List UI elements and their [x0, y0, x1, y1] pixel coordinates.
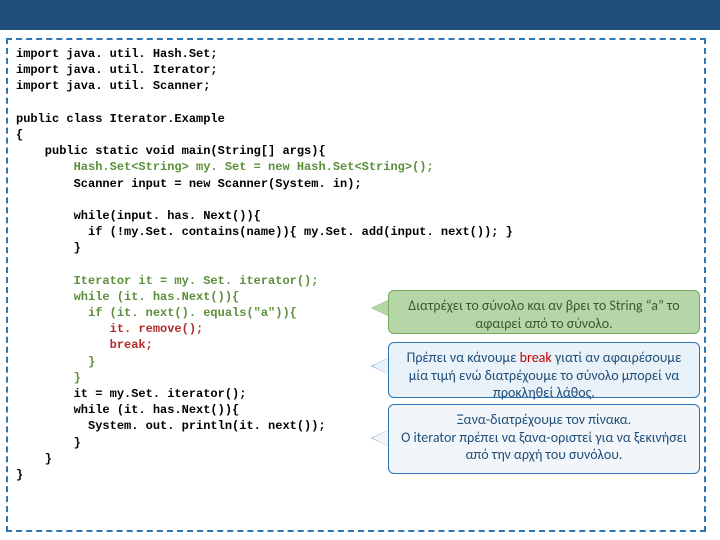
code-indent: [16, 338, 110, 352]
callout-iterator-remove: Διατρέχει το σύνολο και αν βρει το Strin…: [388, 290, 700, 334]
code-line: if (!my.Set. contains(name)){ my.Set. ad…: [16, 225, 513, 239]
callout-text: Διατρέχει το σύνολο και αν βρει το Strin…: [408, 297, 679, 332]
code-highlight-green: if (it. next(). equals("a")){: [88, 306, 297, 320]
code-line: }: [16, 452, 52, 466]
slide-header-bar: [0, 0, 720, 30]
code-indent: [16, 306, 88, 320]
callout-tail: [372, 430, 388, 446]
code-highlight-green: while (it. has.Next()){: [74, 290, 240, 304]
code-line: import java. util. Scanner;: [16, 79, 210, 93]
callout-break: Πρέπει να κάνουμε break γιατί αν αφαιρέσ…: [388, 342, 700, 398]
code-line: while (it. has.Next()){: [16, 403, 239, 417]
callout-text: Πρέπει να κάνουμε: [407, 349, 520, 366]
code-indent: [16, 274, 74, 288]
code-line: }: [16, 468, 23, 482]
code-line: }: [16, 436, 81, 450]
code-indent: [16, 355, 88, 369]
code-indent: [16, 160, 74, 174]
code-line: import java. util. Iterator;: [16, 63, 218, 77]
code-highlight-green: }: [88, 355, 95, 369]
code-line: public static void main(String[] args){: [16, 144, 326, 158]
code-line: }: [16, 241, 81, 255]
code-indent: [16, 371, 74, 385]
code-line: public class Iterator.Example: [16, 112, 225, 126]
code-highlight-green: Iterator it = my. Set. iterator();: [74, 274, 319, 288]
callout-break-keyword: break: [520, 349, 552, 366]
code-highlight-red: it. remove();: [110, 322, 204, 336]
code-line: it = my.Set. iterator();: [16, 387, 246, 401]
code-highlight-green: }: [74, 371, 81, 385]
callout-tail: [372, 358, 388, 374]
code-indent: [16, 322, 110, 336]
code-line: while(input. has. Next()){: [16, 209, 261, 223]
code-indent: [16, 290, 74, 304]
code-line: System. out. println(it. next());: [16, 419, 326, 433]
code-highlight-green: Hash.Set<String> my. Set = new Hash.Set<…: [74, 160, 434, 174]
code-line: import java. util. Hash.Set;: [16, 47, 218, 61]
callout-text: Ξανα-διατρέχουμε τον πίνακα. O iterator …: [401, 411, 687, 463]
code-highlight-red: break;: [110, 338, 153, 352]
callout-tail: [372, 300, 388, 316]
code-line: Scanner input = new Scanner(System. in);: [16, 177, 362, 191]
code-line: {: [16, 128, 23, 142]
callout-reiterate: Ξανα-διατρέχουμε τον πίνακα. O iterator …: [388, 404, 700, 474]
